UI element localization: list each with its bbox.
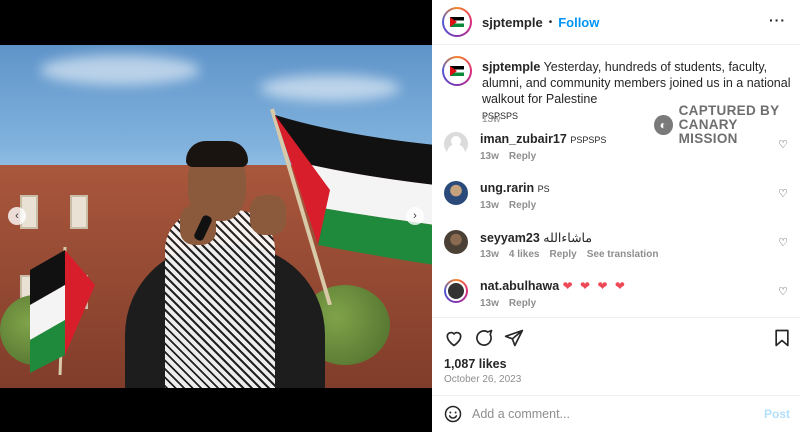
reply-button[interactable]: Reply (509, 200, 536, 211)
post-button[interactable]: Post (764, 407, 790, 421)
reply-button[interactable]: Reply (550, 249, 577, 260)
comment-text: PSPSPS (570, 135, 607, 145)
comment-text: PS (537, 184, 550, 194)
comment-timestamp[interactable]: 13w (480, 249, 499, 260)
heart-icon[interactable]: ♡ (778, 187, 788, 200)
speaker-hair (186, 141, 248, 167)
comment-timestamp[interactable]: 13w (480, 151, 499, 162)
heart-icon[interactable]: ♡ (778, 285, 788, 298)
avatar[interactable] (444, 279, 468, 303)
heart-icon[interactable] (444, 328, 464, 348)
comments-list[interactable]: sjptemple Yesterday, hundreds of student… (432, 46, 800, 316)
caption-timestamp[interactable]: 13w (482, 114, 500, 125)
reply-button[interactable]: Reply (509, 298, 536, 309)
comment-icon[interactable] (474, 328, 494, 348)
bookmark-icon[interactable] (772, 328, 792, 348)
comment-likes[interactable]: 4 likes (509, 249, 540, 260)
comment-username[interactable]: nat.abulhawa (480, 279, 559, 293)
action-bar (432, 317, 800, 357)
carousel-prev-button[interactable]: ‹ (8, 207, 26, 225)
emoji-icon[interactable] (444, 405, 462, 423)
avatar[interactable] (442, 7, 472, 37)
comment-line: ung.rarin PS (480, 181, 550, 195)
avatar[interactable] (444, 132, 468, 156)
chevron-left-icon: ‹ (15, 210, 19, 222)
carousel-next-button[interactable]: › (406, 207, 424, 225)
media-panel: ‹ › (0, 0, 432, 432)
comment-timestamp[interactable]: 13w (480, 298, 499, 309)
avatar[interactable] (444, 181, 468, 205)
comment-username[interactable]: ung.rarin (480, 181, 534, 195)
post-header: sjptemple • Follow ··· (432, 0, 800, 45)
comment-line: seyyam23 ماشاءالله (480, 230, 592, 245)
palestine-flag-left (30, 246, 95, 375)
post-modal: ‹ › sjptemple • Follow ··· sjptemple Yes… (0, 0, 800, 432)
speaker-fist-right (250, 195, 286, 235)
post-date[interactable]: October 26, 2023 (444, 374, 521, 385)
more-options-icon[interactable]: ··· (769, 12, 786, 28)
caption-username[interactable]: sjptemple (482, 60, 540, 74)
comment-meta: 13w Reply (480, 298, 536, 309)
comment-item: ung.rarin PS 13w Reply ♡ (442, 181, 792, 221)
details-panel: sjptemple • Follow ··· sjptemple Yesterd… (432, 0, 800, 432)
comment-input[interactable] (472, 404, 752, 424)
comment-meta: 13w 4 likes Reply See translation (480, 249, 658, 260)
comment-text: ❤ ❤ ❤ ❤ (562, 279, 627, 293)
separator-dot: • (548, 16, 553, 28)
share-icon[interactable] (504, 328, 524, 348)
add-comment-bar: Post (432, 395, 800, 432)
likes-count[interactable]: 1,087 likes (444, 357, 507, 371)
comment-text: ماشاءالله (543, 231, 593, 245)
reply-button[interactable]: Reply (509, 151, 536, 162)
comment-timestamp[interactable]: 13w (480, 200, 499, 211)
see-translation-link[interactable]: See translation (587, 249, 659, 260)
heart-icon[interactable]: ♡ (778, 236, 788, 249)
comment-item: seyyam23 ماشاءالله 13w 4 likes Reply See… (442, 230, 792, 270)
comment-meta: 13w Reply (480, 200, 536, 211)
comment-item: iman_zubair17 PSPSPS 13w Reply ♡ (442, 132, 792, 172)
header-username[interactable]: sjptemple (482, 15, 543, 30)
comment-item: nat.abulhawa ❤ ❤ ❤ ❤ 13w Reply ♡ (442, 279, 792, 319)
post-photo: ‹ › (0, 45, 432, 388)
heart-icon[interactable]: ♡ (778, 138, 788, 151)
chevron-right-icon: › (413, 210, 417, 222)
comment-line: iman_zubair17 PSPSPS (480, 132, 606, 146)
comment-line: nat.abulhawa ❤ ❤ ❤ ❤ (480, 279, 627, 293)
avatar[interactable] (444, 230, 468, 254)
follow-button[interactable]: Follow (558, 15, 599, 30)
watermark-line1: CAPTURED BY (678, 103, 780, 118)
comment-meta: 13w Reply (480, 151, 536, 162)
comment-username[interactable]: seyyam23 (480, 231, 540, 245)
comment-username[interactable]: iman_zubair17 (480, 132, 567, 146)
caption-avatar[interactable] (442, 56, 472, 86)
